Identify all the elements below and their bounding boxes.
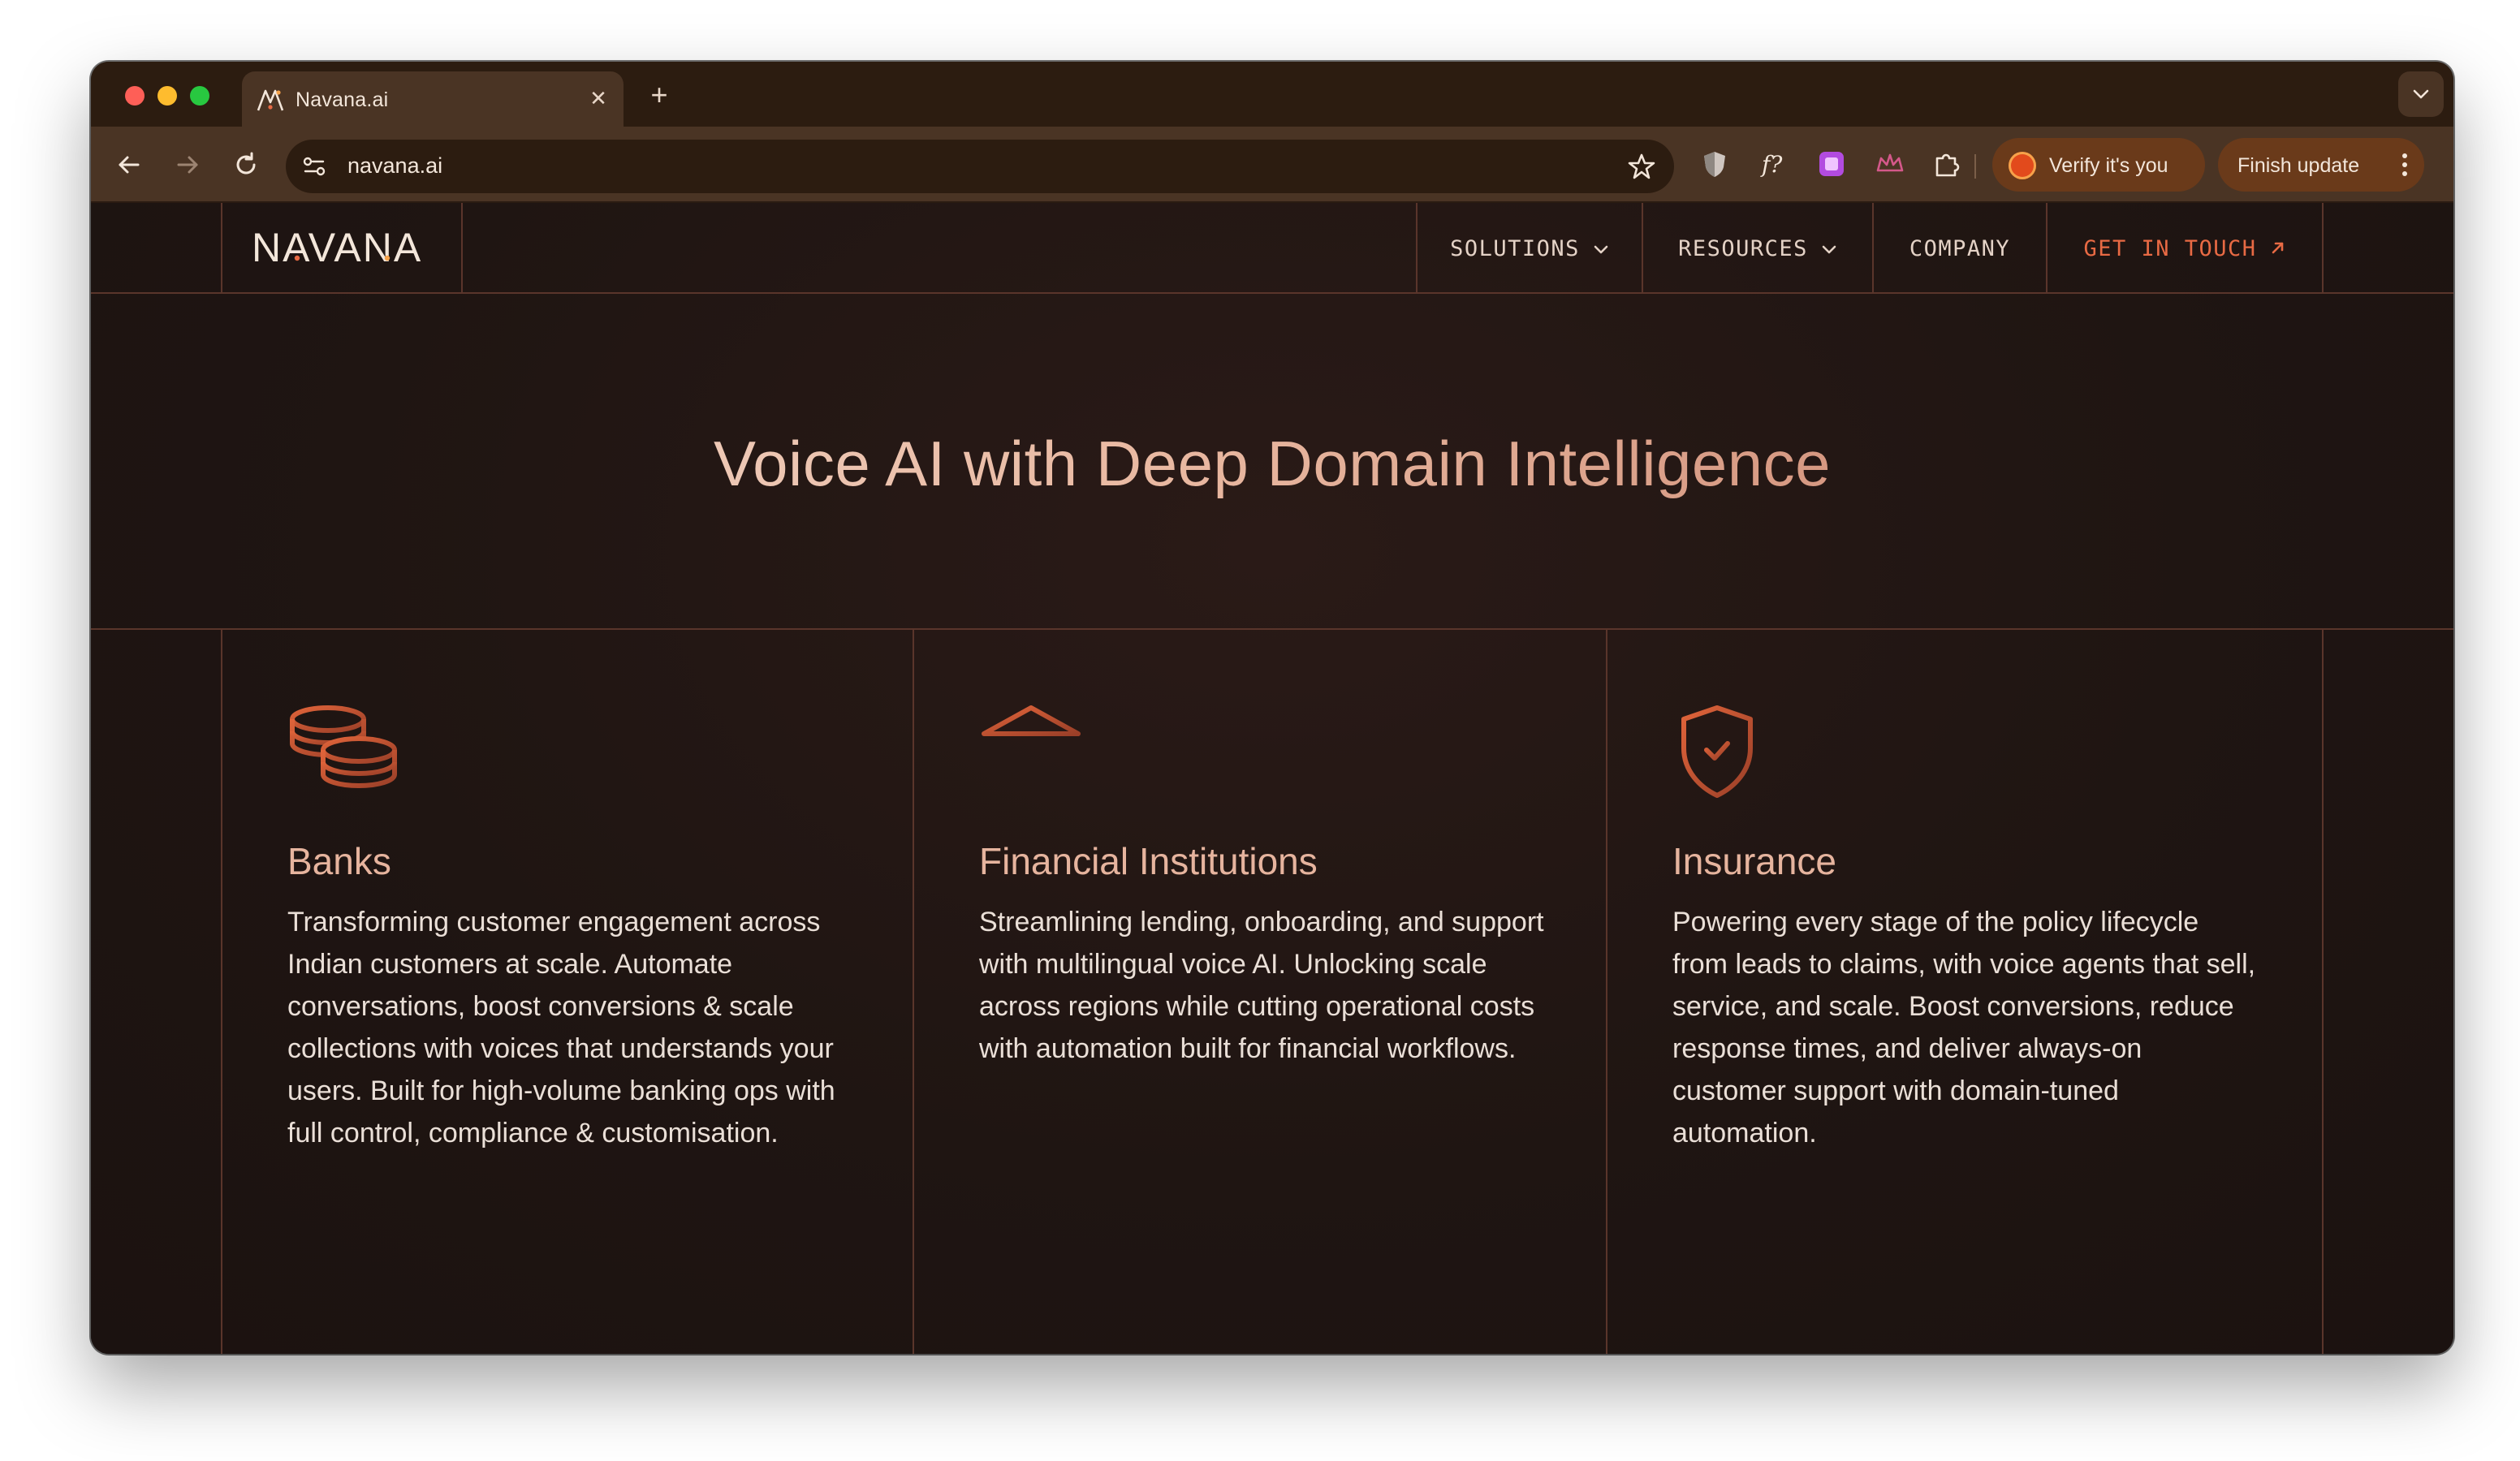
finish-update-label: Finish update: [2237, 154, 2360, 177]
nav-company-label: COMPANY: [1909, 235, 2011, 261]
bank-building-icon: [979, 703, 1085, 796]
url-text: navana.ai: [347, 153, 443, 178]
toolbar-separator: [1974, 154, 1976, 179]
bookmark-star-icon[interactable]: [1627, 152, 1656, 185]
address-bar[interactable]: navana.ai: [286, 140, 1674, 193]
profile-avatar-icon: [2009, 152, 2036, 179]
tab-title: Navana.ai: [296, 88, 389, 111]
browser-window: Navana.ai ✕ + navana.ai f? Verify it's y…: [91, 62, 2453, 1354]
forward-arrow-icon[interactable]: [172, 149, 203, 180]
get-in-touch-button[interactable]: GET IN TOUCH: [2048, 203, 2322, 294]
purple-extension-icon[interactable]: [1815, 148, 1848, 180]
chevron-down-icon: [1821, 236, 1837, 261]
card-title-financial-institutions: Financial Institutions: [979, 840, 1318, 882]
hero-section: Voice AI with Deep Domain Intelligence: [91, 294, 2453, 630]
card-divider: [2322, 630, 2324, 1354]
chevron-down-icon: [1593, 236, 1609, 261]
kebab-menu-icon[interactable]: [2401, 153, 2408, 183]
nav-resources-label: RESOURCES: [1678, 235, 1808, 261]
navana-favicon-icon: [257, 88, 284, 112]
navana-wordmark-icon: NAVANA: [252, 226, 422, 270]
close-window-button[interactable]: [125, 86, 145, 106]
arrow-up-right-icon: [2270, 236, 2286, 261]
get-in-touch-label: GET IN TOUCH: [2083, 235, 2257, 261]
chevron-down-icon: [2413, 89, 2429, 99]
page-viewport: NAVANA SOLUTIONS RESOURCES COMPANY GET I…: [91, 203, 2453, 1354]
card-title-banks: Banks: [287, 840, 391, 882]
new-tab-button[interactable]: +: [643, 80, 675, 112]
card-banks[interactable]: Banks Transforming customer engagement a…: [222, 630, 913, 1354]
hero-title: Voice AI with Deep Domain Intelligence: [91, 427, 2453, 501]
shield-extension-icon[interactable]: [1698, 148, 1731, 180]
nav-divider: [2322, 203, 2324, 294]
site-navbar: NAVANA SOLUTIONS RESOURCES COMPANY GET I…: [91, 203, 2453, 294]
nav-company[interactable]: COMPANY: [1874, 203, 2046, 294]
svg-text:NAVANA: NAVANA: [252, 226, 422, 270]
coins-icon: [287, 703, 401, 796]
nav-resources[interactable]: RESOURCES: [1643, 203, 1872, 294]
card-title-insurance: Insurance: [1672, 840, 1837, 882]
verify-profile-button[interactable]: Verify it's you: [1992, 138, 2205, 192]
finish-update-button[interactable]: Finish update: [2218, 138, 2424, 192]
tab-navana[interactable]: Navana.ai ✕: [242, 71, 624, 127]
nav-solutions-label: SOLUTIONS: [1450, 235, 1580, 261]
solutions-cards: Banks Transforming customer engagement a…: [91, 630, 2453, 1354]
back-arrow-icon[interactable]: [114, 149, 145, 180]
card-desc-insurance: Powering every stage of the policy lifec…: [1672, 907, 2256, 1149]
verify-label: Verify it's you: [2049, 154, 2168, 177]
shield-check-icon: [1672, 703, 1762, 804]
card-financial-institutions[interactable]: Financial Institutions Streamlining lend…: [914, 630, 1606, 1354]
navana-logo[interactable]: NAVANA: [221, 203, 461, 294]
tab-search-button[interactable]: [2398, 71, 2444, 117]
puzzle-extensions-icon[interactable]: [1931, 148, 1963, 180]
crown-extension-icon[interactable]: [1874, 148, 1906, 180]
maximize-window-button[interactable]: [190, 86, 209, 106]
close-tab-icon[interactable]: ✕: [585, 84, 612, 112]
reload-icon[interactable]: [231, 149, 261, 180]
nav-solutions[interactable]: SOLUTIONS: [1418, 203, 1642, 294]
minimize-window-button[interactable]: [158, 86, 177, 106]
svg-text:f?: f?: [1760, 151, 1783, 178]
script-extension-icon[interactable]: f?: [1757, 148, 1789, 180]
card-desc-financial-institutions: Streamlining lending, onboarding, and su…: [979, 907, 1544, 1064]
card-desc-banks: Transforming customer engagement across …: [287, 907, 835, 1149]
card-insurance[interactable]: Insurance Powering every stage of the po…: [1607, 630, 2322, 1354]
browser-toolbar: navana.ai f? Verify it's you Finish upda…: [91, 127, 2453, 203]
tab-strip: Navana.ai ✕ +: [91, 62, 2453, 127]
site-settings-icon[interactable]: [300, 153, 328, 180]
nav-divider: [461, 203, 463, 294]
